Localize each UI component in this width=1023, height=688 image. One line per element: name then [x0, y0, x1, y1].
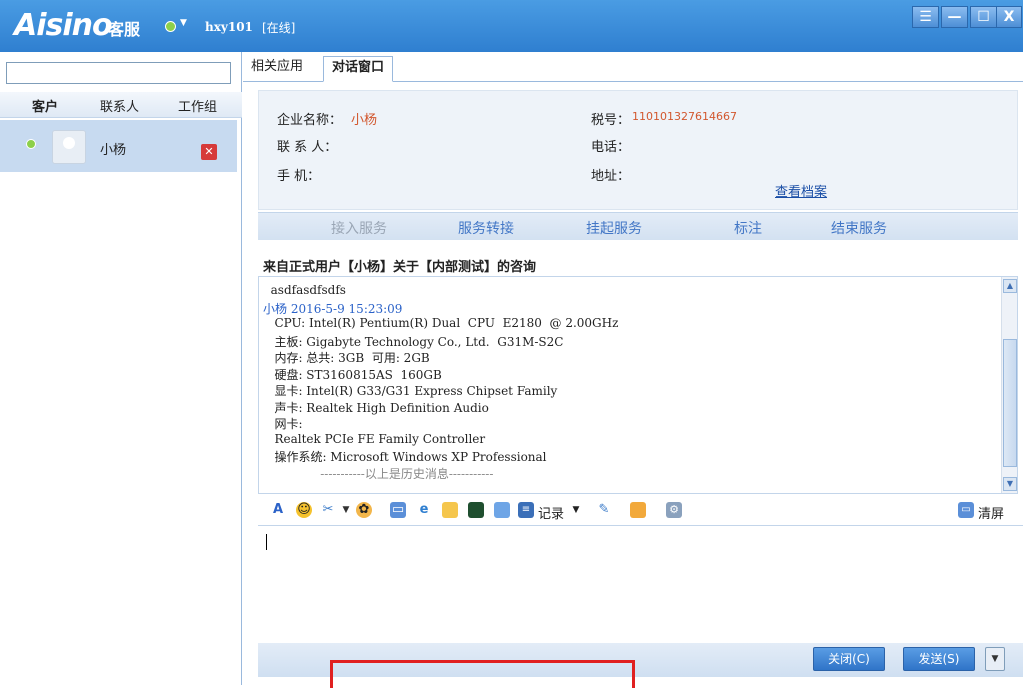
main-tabs: 相关应用 对话窗口	[243, 52, 1023, 82]
close-button[interactable]: 关闭(C)	[813, 647, 885, 671]
mobile-label: 手 机：	[277, 169, 321, 184]
online-status-icon[interactable]	[165, 21, 176, 32]
settings-icon[interactable]: ⚙	[666, 502, 682, 518]
service-action-bar: 接入服务 服务转接 挂起服务 标注 结束服务	[258, 212, 1018, 240]
suspend-service-button[interactable]: 挂起服务	[586, 218, 642, 238]
record-label[interactable]: 记录	[538, 503, 564, 522]
contact-label: 联 系 人：	[277, 140, 338, 155]
scroll-down-icon[interactable]: ▼	[1003, 477, 1017, 491]
tab-contacts[interactable]: 联系人	[100, 96, 139, 115]
chat-message-line: 声卡: Realtek High Definition Audio	[263, 400, 489, 415]
record-dropdown-icon[interactable]: ▼	[568, 502, 584, 518]
contact-list-item[interactable]: 小杨 ✕	[0, 120, 237, 172]
shake-icon[interactable]: ✿	[356, 502, 372, 518]
file-transfer-icon[interactable]	[630, 502, 646, 518]
chat-scrollbar[interactable]: ▲ ▼	[1001, 277, 1017, 493]
message-toolbar: A ☺ ✂ ▼ ✿ ▭ e ≡ 记录 ▼ ✎ ⚙ ▭ 清屏	[258, 497, 1023, 523]
chat-message-line: 显卡: Intel(R) G33/G31 Express Chipset Fam…	[263, 384, 558, 398]
scroll-up-icon[interactable]: ▲	[1003, 279, 1017, 293]
clear-screen-label[interactable]: 清屏	[978, 503, 1004, 522]
screenshot-dropdown-icon[interactable]: ▼	[338, 502, 354, 518]
window-icon[interactable]	[494, 502, 510, 518]
clear-screen-icon[interactable]: ▭	[958, 502, 974, 518]
emoji-icon[interactable]: ☺	[296, 502, 312, 518]
main-pane: 相关应用 对话窗口 企业名称： 小杨 税号： 110101327614667 联…	[243, 52, 1023, 685]
company-value: 小杨	[351, 113, 378, 128]
app-logo: Aisino	[14, 8, 113, 43]
chat-message-line: 内存: 总共: 3GB 可用: 2GB	[263, 351, 430, 365]
end-service-button[interactable]: 结束服务	[831, 218, 887, 238]
chat-message-sender: 小杨 2016-5-9 15:23:09	[263, 301, 403, 316]
address-label: 地址：	[591, 169, 631, 184]
maximize-button[interactable]: ☐	[970, 6, 997, 28]
tab-customers[interactable]: 客户	[32, 96, 58, 115]
close-window-button[interactable]: X	[996, 6, 1022, 28]
customer-info-panel: 企业名称： 小杨 税号： 110101327614667 联 系 人： 电话： …	[258, 90, 1018, 210]
chat-message-line: Realtek PCIe FE Family Controller	[263, 431, 486, 446]
chat-title: 来自正式用户【小杨】关于【内部测试】的咨询	[263, 260, 537, 275]
chat-message-line: 网卡:	[263, 417, 303, 431]
chat-message-line: CPU: Intel(R) Pentium(R) Dual CPU E2180 …	[263, 316, 619, 330]
scroll-thumb[interactable]	[1003, 339, 1017, 467]
send-options-dropdown-icon[interactable]: ▼	[985, 647, 1005, 671]
tab-workgroup[interactable]: 工作组	[178, 96, 217, 115]
chat-message-line: 主板: Gigabyte Technology Co., Ltd. G31M-S…	[263, 334, 564, 349]
transfer-service-button[interactable]: 服务转接	[458, 218, 514, 238]
pen-icon[interactable]: ✎	[596, 502, 612, 518]
avatar	[52, 130, 86, 164]
left-sidebar: 客户 联系人 工作组 小杨 ✕	[0, 52, 242, 685]
tax-value: 110101327614667	[632, 110, 737, 123]
app-logo-subtitle: 客服	[108, 20, 141, 39]
view-archive-link[interactable]: 查看档案	[775, 181, 827, 200]
folder-icon[interactable]	[442, 502, 458, 518]
text-caret	[266, 534, 267, 550]
online-status-text: [在线]	[262, 21, 296, 35]
chat-message-line: -----------以上是历史消息-----------	[263, 466, 494, 481]
tax-label: 税号：	[591, 113, 631, 128]
search-input[interactable]	[6, 62, 231, 84]
chat-message-line: 操作系统: Microsoft Windows XP Professional	[263, 450, 547, 464]
record-icon[interactable]: ≡	[518, 502, 534, 518]
quick-reply-icon[interactable]: ▭	[390, 502, 406, 518]
contact-name: 小杨	[100, 143, 127, 158]
chat-header: 来自正式用户【小杨】关于【内部测试】的咨询	[258, 247, 1018, 277]
screenshot-icon[interactable]: ✂	[320, 502, 336, 518]
annotation-highlight-box	[330, 660, 635, 688]
mark-button[interactable]: 标注	[734, 218, 762, 238]
online-status-icon	[26, 139, 36, 149]
chat-history[interactable]: asdfasdfsdfs 小杨 2016-5-9 15:23:09 CPU: In…	[258, 276, 1018, 494]
chat-message-line: 硬盘: ST3160815AS 160GB	[263, 367, 442, 382]
message-input[interactable]	[258, 525, 1023, 643]
minimize-button[interactable]: —	[941, 6, 968, 28]
accept-service-button[interactable]: 接入服务	[331, 218, 387, 238]
company-label: 企业名称：	[277, 113, 343, 128]
chat-message-line: asdfasdfsdfs	[263, 283, 346, 297]
username: hxy101	[205, 20, 253, 34]
browser-icon[interactable]: e	[416, 502, 432, 518]
tab-related-apps[interactable]: 相关应用	[243, 56, 311, 82]
sidebar-tabs: 客户 联系人 工作组	[0, 92, 242, 118]
keyboard-icon[interactable]	[468, 502, 484, 518]
phone-label: 电话：	[591, 140, 631, 155]
status-dropdown-icon[interactable]: ▼	[180, 18, 187, 28]
title-bar: Aisino 客服 ▼ hxy101 [在线] ☰ — ☐ X	[0, 0, 1023, 52]
send-button[interactable]: 发送(S)	[903, 647, 975, 671]
tab-chat-window[interactable]: 对话窗口	[323, 56, 394, 82]
menu-button[interactable]: ☰	[912, 6, 939, 28]
font-icon[interactable]: A	[270, 502, 286, 518]
remove-contact-icon[interactable]: ✕	[201, 144, 217, 160]
